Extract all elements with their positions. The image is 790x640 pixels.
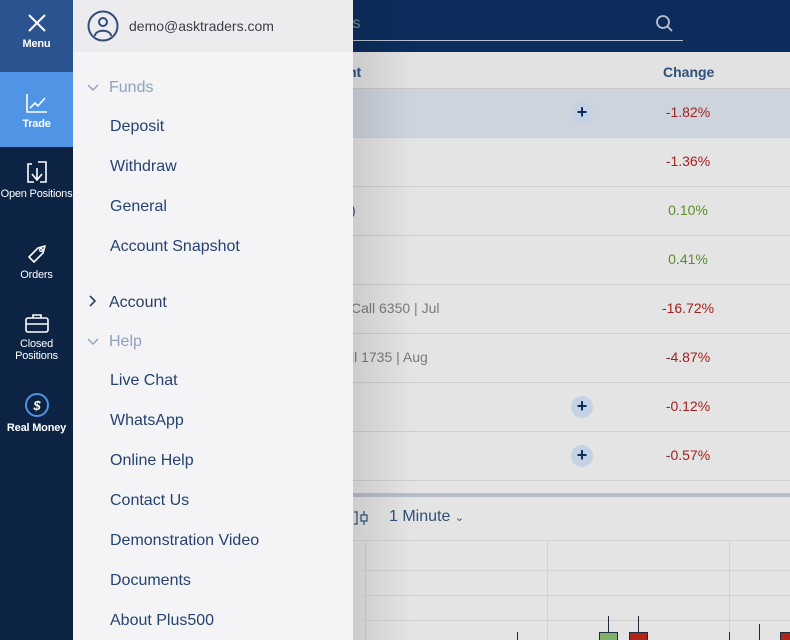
change-value: -1.36% <box>665 153 711 169</box>
rail-closed-positions-button[interactable]: Closed Positions <box>0 312 73 362</box>
open-positions-icon <box>26 161 47 183</box>
menu-item-account-snapshot[interactable]: Account Snapshot <box>110 238 240 256</box>
chevron-right-icon <box>83 294 103 312</box>
instrument-name: ll 1735 | Aug <box>351 349 428 365</box>
rail-open-positions-label: Open Positions <box>0 188 73 200</box>
rail-trade-label: Trade <box>22 118 51 130</box>
menu-item-contact-us[interactable]: Contact Us <box>110 492 189 510</box>
interval-dropdown[interactable]: 1 Minute ⌄ <box>389 508 464 526</box>
change-value: 0.10% <box>668 202 708 218</box>
grid-line <box>363 620 790 621</box>
briefcase-icon <box>24 314 49 333</box>
candle-up <box>599 632 618 640</box>
user-header[interactable]: demo@asktraders.com <box>73 0 353 52</box>
menu-item-deposit[interactable]: Deposit <box>110 118 164 136</box>
menu-item-general[interactable]: General <box>110 198 167 216</box>
tag-icon <box>27 245 46 263</box>
menu-item-demonstration-video[interactable]: Demonstration Video <box>110 532 259 550</box>
close-icon <box>27 14 46 32</box>
section-funds[interactable]: Funds <box>73 79 153 97</box>
instrument-name: Call 6350 | Jul <box>351 300 440 316</box>
change-value: -0.57% <box>665 447 711 463</box>
add-button[interactable]: + <box>571 445 593 467</box>
grid-line <box>363 570 790 571</box>
menu-item-about[interactable]: About Plus500 <box>110 612 214 630</box>
section-funds-label: Funds <box>109 79 154 96</box>
rail-menu-label: Menu <box>22 38 51 50</box>
candle-wick <box>759 624 760 640</box>
rail-real-money-label: Real Money <box>6 422 67 434</box>
menu-item-documents[interactable]: Documents <box>110 572 191 590</box>
add-button[interactable]: + <box>571 396 593 418</box>
rail-trade-button[interactable]: Trade <box>0 72 73 147</box>
change-column-header[interactable]: Change <box>663 64 714 80</box>
chevron-down-icon <box>83 79 103 97</box>
section-help[interactable]: Help <box>73 333 142 351</box>
change-value: 0.41% <box>668 251 708 267</box>
rail-orders-button[interactable]: Orders <box>0 243 73 283</box>
grid-line <box>363 595 790 596</box>
change-value: -4.87% <box>665 349 711 365</box>
candle-wick <box>517 632 518 640</box>
rail-real-money-button[interactable]: $ Real Money <box>0 392 73 437</box>
chart-line-icon <box>25 94 47 113</box>
interval-value: 1 Minute <box>389 508 451 525</box>
grid-line <box>547 542 548 640</box>
change-value: -0.12% <box>665 398 711 414</box>
candlestick-type-icon[interactable] <box>353 510 369 526</box>
change-value: -1.82% <box>665 104 711 120</box>
nav-rail: Menu Trade Open Positions Orders Closed … <box>0 0 73 640</box>
chevron-down-icon: ⌄ <box>454 512 465 524</box>
add-button[interactable]: + <box>571 102 593 124</box>
menu-item-online-help[interactable]: Online Help <box>110 452 194 470</box>
dollar-coin-icon: $ <box>24 393 49 417</box>
menu-drawer: demo@asktraders.com Funds Deposit Withdr… <box>73 0 353 640</box>
section-account-label: Account <box>109 294 167 311</box>
user-email: demo@asktraders.com <box>129 18 274 34</box>
search-icon[interactable] <box>655 14 675 34</box>
rail-closed-positions-label: Closed Positions <box>15 338 58 362</box>
grid-line <box>729 542 730 640</box>
grid-line <box>365 542 366 640</box>
chevron-down-icon <box>83 333 103 351</box>
menu-item-withdraw[interactable]: Withdraw <box>110 158 177 176</box>
rail-open-positions-button[interactable]: Open Positions <box>0 160 73 220</box>
rail-menu-button[interactable]: Menu <box>0 0 73 72</box>
user-avatar-icon <box>87 10 119 42</box>
candle-down <box>780 632 790 640</box>
candle-wick <box>729 632 730 640</box>
section-help-label: Help <box>109 333 142 350</box>
menu-item-whatsapp[interactable]: WhatsApp <box>110 412 184 430</box>
candle-down <box>629 632 648 640</box>
menu-item-live-chat[interactable]: Live Chat <box>110 372 178 390</box>
rail-orders-label: Orders <box>20 269 53 281</box>
change-value: -16.72% <box>661 300 715 316</box>
section-account[interactable]: Account <box>73 294 167 312</box>
svg-text:$: $ <box>32 398 41 413</box>
